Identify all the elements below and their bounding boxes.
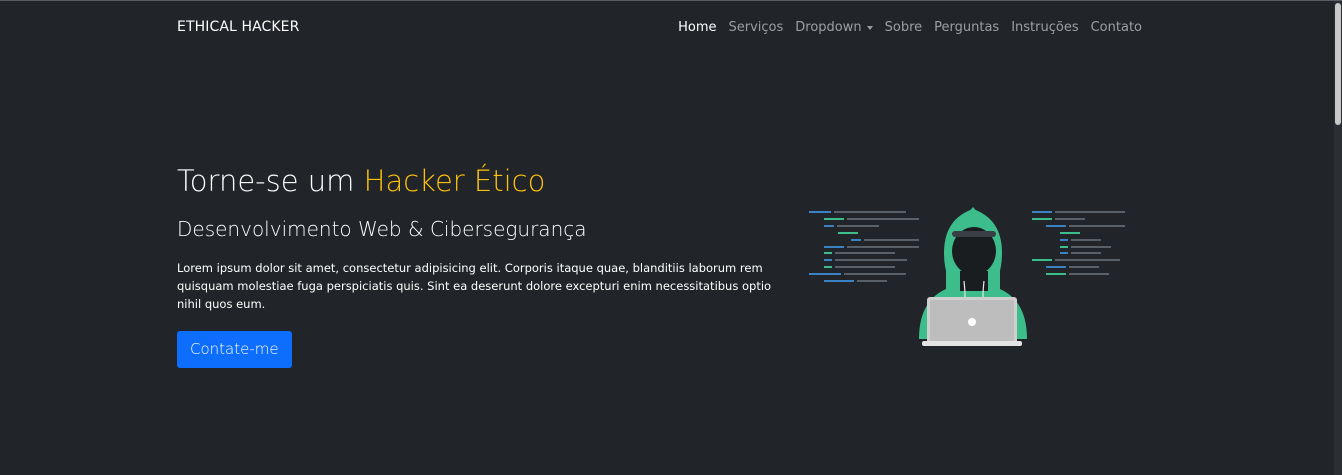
nav-links: Home Serviços Dropdown Sobre Perguntas I… bbox=[678, 20, 1142, 35]
code-lines-right-icon bbox=[1032, 211, 1125, 275]
hero-section: Torne-se um Hacker Ético Desenvolvimento… bbox=[177, 161, 787, 368]
nav-link-sobre[interactable]: Sobre bbox=[885, 20, 923, 35]
nav-link-dropdown[interactable]: Dropdown bbox=[795, 20, 873, 35]
nav-link-contato[interactable]: Contato bbox=[1091, 20, 1142, 35]
hero-description: Lorem ipsum dolor sit amet, consectetur … bbox=[177, 261, 772, 311]
nav-link-perguntas[interactable]: Perguntas bbox=[934, 20, 999, 35]
scrollbar-track[interactable] bbox=[1334, 1, 1342, 475]
hero-title: Torne-se um Hacker Ético bbox=[177, 161, 787, 201]
nav-link-dropdown-label: Dropdown bbox=[795, 20, 862, 35]
page: ETHICAL HACKER Home Serviços Dropdown So… bbox=[0, 0, 1342, 475]
contact-button[interactable]: Contate-me bbox=[177, 331, 292, 368]
hacker-figure-icon bbox=[919, 207, 1027, 346]
hooded-hacker-illustration bbox=[809, 207, 1125, 346]
nav-link-instrucoes[interactable]: Instruções bbox=[1011, 20, 1078, 35]
scrollbar-thumb[interactable] bbox=[1335, 3, 1341, 125]
hero-subtitle: Desenvolvimento Web & Cibersegurança bbox=[177, 217, 587, 241]
navbar: ETHICAL HACKER Home Serviços Dropdown So… bbox=[0, 1, 1334, 57]
nav-link-servicos[interactable]: Serviços bbox=[728, 20, 783, 35]
caret-down-icon bbox=[866, 25, 873, 30]
nav-link-home[interactable]: Home bbox=[678, 20, 716, 35]
brand-logo[interactable]: ETHICAL HACKER bbox=[177, 19, 299, 35]
hero-title-prefix: Torne-se um bbox=[177, 164, 364, 198]
hero-title-accent: Hacker Ético bbox=[363, 164, 546, 198]
code-lines-left-icon bbox=[809, 211, 919, 282]
